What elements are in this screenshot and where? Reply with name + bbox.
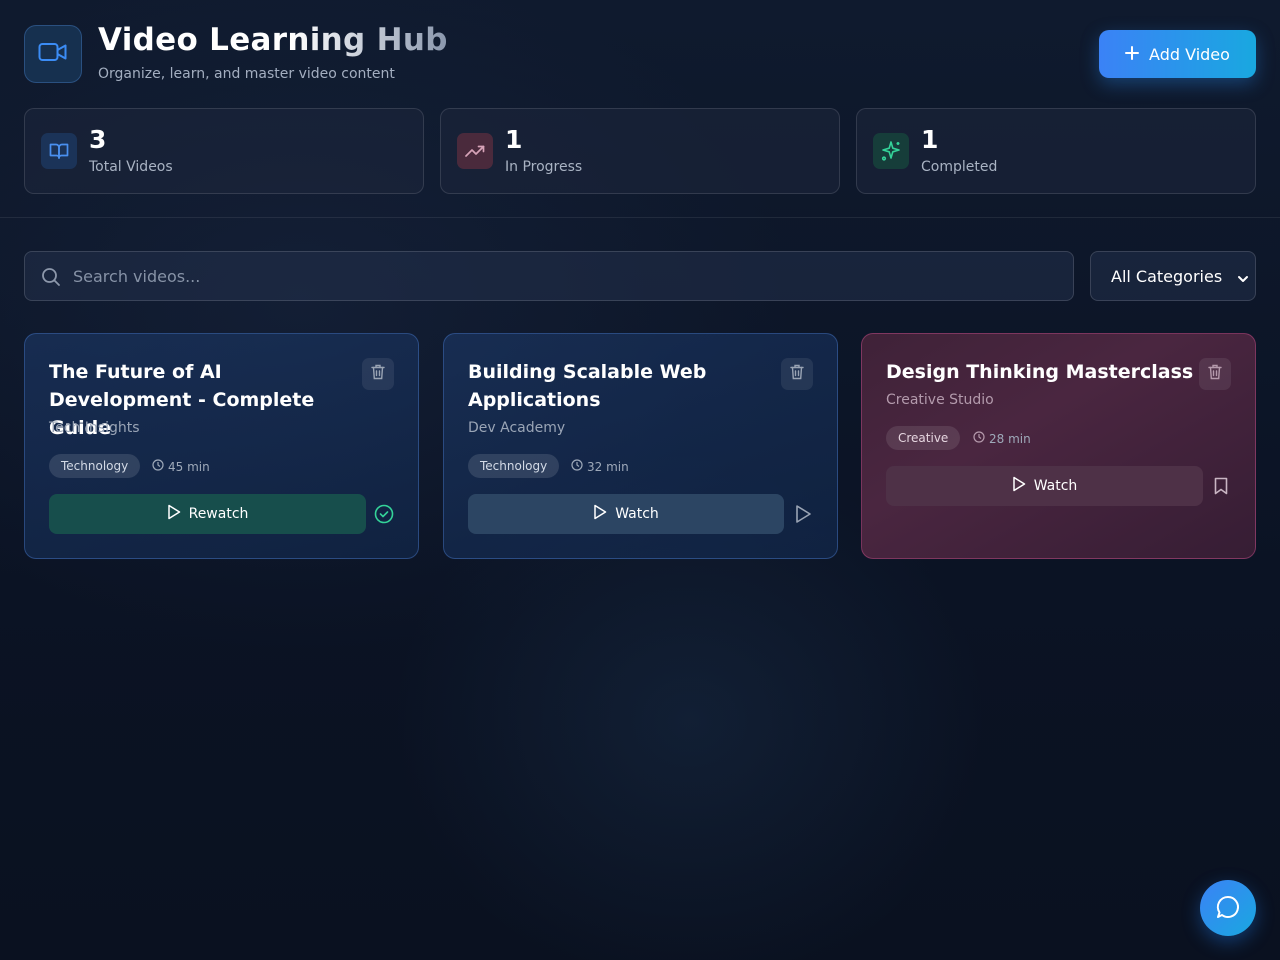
check-circle-icon: [373, 503, 395, 525]
watch-label: Watch: [1033, 478, 1078, 494]
duration-text: 28 min: [989, 431, 1031, 446]
video-channel: Tech Insights: [49, 420, 140, 436]
stat-value: 1: [505, 125, 523, 154]
add-video-button[interactable]: Add Video: [1099, 30, 1256, 78]
stat-value: 1: [921, 125, 939, 154]
bookmark-icon[interactable]: [1210, 475, 1232, 497]
video-card: The Future of AI Development - Complete …: [24, 333, 419, 559]
search-bar[interactable]: [24, 251, 1074, 301]
video-card: Design Thinking Masterclass Creative Stu…: [861, 333, 1256, 559]
app-header: Video Learning Hub Organize, learn, and …: [0, 0, 1280, 218]
clock-icon: [152, 459, 164, 474]
duration-text: 32 min: [587, 459, 629, 474]
add-video-label: Add Video: [1149, 44, 1230, 64]
duration-text: 45 min: [168, 459, 210, 474]
chat-button[interactable]: [1200, 880, 1256, 936]
message-circle-icon: [1215, 894, 1241, 923]
video-title: Design Thinking Masterclass: [886, 361, 1194, 383]
search-input[interactable]: [73, 252, 1063, 300]
trash-icon: [790, 364, 804, 384]
stat-in-progress: 1 In Progress: [440, 108, 840, 194]
delete-button[interactable]: [781, 358, 813, 390]
play-icon: [167, 504, 181, 524]
video-duration: 32 min: [571, 459, 629, 474]
chevron-down-icon: [1237, 270, 1249, 289]
rewatch-label: Rewatch: [188, 506, 249, 522]
stat-label: Completed: [921, 159, 998, 175]
play-icon: [593, 504, 607, 524]
video-card: Building Scalable Web Applications Dev A…: [443, 333, 838, 559]
category-select[interactable]: All Categories: [1090, 251, 1256, 301]
watch-label: Watch: [615, 506, 659, 522]
watch-button[interactable]: Watch: [468, 494, 784, 534]
video-channel: Creative Studio: [886, 392, 994, 408]
stat-value: 3: [89, 125, 107, 154]
app-title: Video Learning Hub: [98, 22, 448, 58]
search-icon: [41, 267, 61, 291]
trash-icon: [371, 364, 385, 384]
delete-button[interactable]: [1199, 358, 1231, 390]
plus-icon: [1125, 45, 1140, 64]
video-duration: 28 min: [973, 431, 1031, 446]
category-tag: Technology: [49, 454, 141, 478]
category-selected-label: All Categories: [1111, 267, 1223, 286]
book-open-icon: [41, 133, 77, 169]
rewatch-button[interactable]: Rewatch: [49, 494, 366, 534]
video-channel: Dev Academy: [468, 420, 566, 436]
video-duration: 45 min: [152, 459, 210, 474]
watch-button[interactable]: Watch: [886, 466, 1203, 506]
stat-label: Total Videos: [89, 159, 173, 175]
stat-completed: 1 Completed: [856, 108, 1256, 194]
play-icon[interactable]: [792, 503, 814, 525]
stat-label: In Progress: [505, 159, 583, 175]
category-tag: Creative: [886, 426, 961, 450]
clock-icon: [571, 459, 583, 474]
sparkles-icon: [873, 133, 909, 169]
clock-icon: [973, 431, 985, 446]
trending-up-icon: [457, 133, 493, 169]
stat-total-videos: 3 Total Videos: [24, 108, 424, 194]
video-camera-icon: [38, 41, 68, 67]
app-subtitle: Organize, learn, and master video conten…: [98, 66, 395, 82]
trash-icon: [1208, 364, 1222, 384]
video-title: Building Scalable Web Applications: [468, 361, 707, 411]
play-icon: [1012, 476, 1026, 496]
delete-button[interactable]: [362, 358, 394, 390]
category-tag: Technology: [468, 454, 560, 478]
app-logo: [24, 25, 82, 83]
